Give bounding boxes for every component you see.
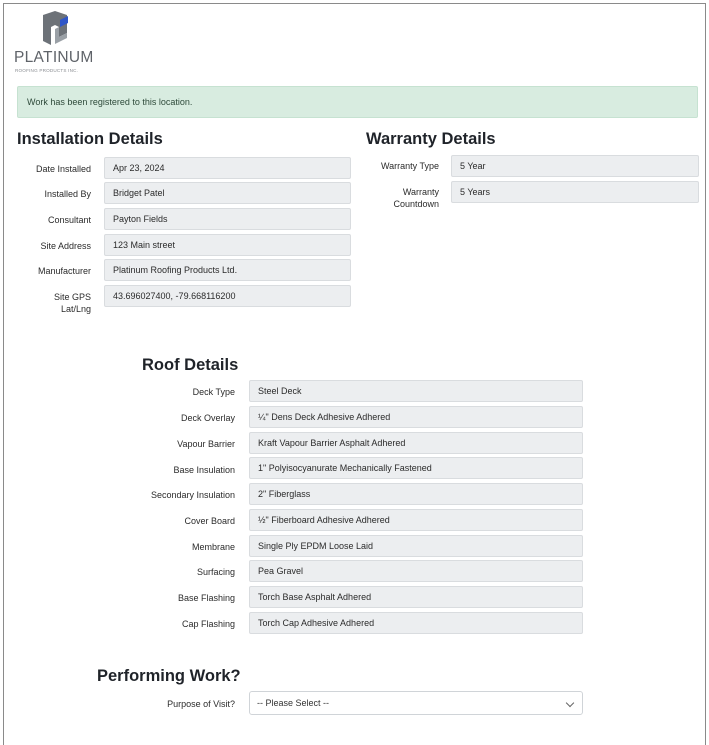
date-installed-value: Apr 23, 2024 xyxy=(104,157,351,179)
secondary-insulation-label: Secondary Insulation xyxy=(150,490,235,500)
chevron-down-icon xyxy=(565,698,575,708)
consultant-label: Consultant xyxy=(47,215,91,225)
purpose-of-visit-selected: -- Please Select -- xyxy=(257,698,330,708)
surfacing-value: Pea Gravel xyxy=(249,560,583,582)
membrane-value: Single Ply EPDM Loose Laid xyxy=(249,535,583,557)
deck-type-value: Steel Deck xyxy=(249,380,583,402)
site-gps-label: Site GPS Lat/Lng xyxy=(53,292,91,314)
base-flashing-value: Torch Base Asphalt Adhered xyxy=(249,586,583,608)
deck-overlay-label: Deck Overlay xyxy=(180,413,235,423)
deck-type-label: Deck Type xyxy=(192,387,235,397)
brand-name: PLATINUM xyxy=(14,49,94,66)
installed-by-value: Bridget Patel xyxy=(104,182,351,204)
purpose-of-visit-select[interactable]: -- Please Select -- xyxy=(249,691,583,715)
cover-board-value: ½" Fiberboard Adhesive Adhered xyxy=(249,509,583,531)
base-flashing-label: Base Flashing xyxy=(177,593,235,603)
base-insulation-label: Base Insulation xyxy=(173,465,235,475)
warranty-type-value: 5 Year xyxy=(451,155,699,177)
installation-details-heading: Installation Details xyxy=(17,130,163,148)
date-installed-label: Date Installed xyxy=(35,164,91,174)
base-insulation-value: 1" Polyisocyanurate Mechanically Fastene… xyxy=(249,457,583,479)
cap-flashing-label: Cap Flashing xyxy=(181,619,235,629)
surfacing-label: Surfacing xyxy=(196,567,235,577)
installed-by-label: Installed By xyxy=(44,189,91,199)
membrane-label: Membrane xyxy=(191,542,235,552)
manufacturer-value: Platinum Roofing Products Ltd. xyxy=(104,259,351,281)
brand-logo[interactable]: PLATINUM ROOFING PRODUCTS INC. xyxy=(14,11,104,75)
site-gps-value: 43.696027400, -79.668116200 xyxy=(104,285,351,307)
cover-board-label: Cover Board xyxy=(184,516,235,526)
vapour-barrier-value: Kraft Vapour Barrier Asphalt Adhered xyxy=(249,432,583,454)
secondary-insulation-value: 2" Fiberglass xyxy=(249,483,583,505)
vapour-barrier-label: Vapour Barrier xyxy=(177,439,235,449)
brand-subtitle: ROOFING PRODUCTS INC. xyxy=(15,68,79,73)
manufacturer-label: Manufacturer xyxy=(37,266,91,276)
site-address-label: Site Address xyxy=(40,241,91,251)
consultant-value: Payton Fields xyxy=(104,208,351,230)
logo-mark-icon xyxy=(43,11,68,45)
performing-work-heading: Performing Work? xyxy=(97,667,241,685)
warranty-details-heading: Warranty Details xyxy=(366,130,496,148)
warranty-type-label: Warranty Type xyxy=(380,161,439,171)
purpose-of-visit-label: Purpose of Visit? xyxy=(167,699,235,709)
roof-details-heading: Roof Details xyxy=(142,356,239,374)
deck-overlay-value: ¼" Dens Deck Adhesive Adhered xyxy=(249,406,583,428)
success-alert: Work has been registered to this locatio… xyxy=(17,86,698,118)
warranty-countdown-value: 5 Years xyxy=(451,181,699,203)
cap-flashing-value: Torch Cap Adhesive Adhered xyxy=(249,612,583,634)
warranty-countdown-label: Warranty Countdown xyxy=(393,187,439,209)
site-address-value: 123 Main street xyxy=(104,234,351,256)
